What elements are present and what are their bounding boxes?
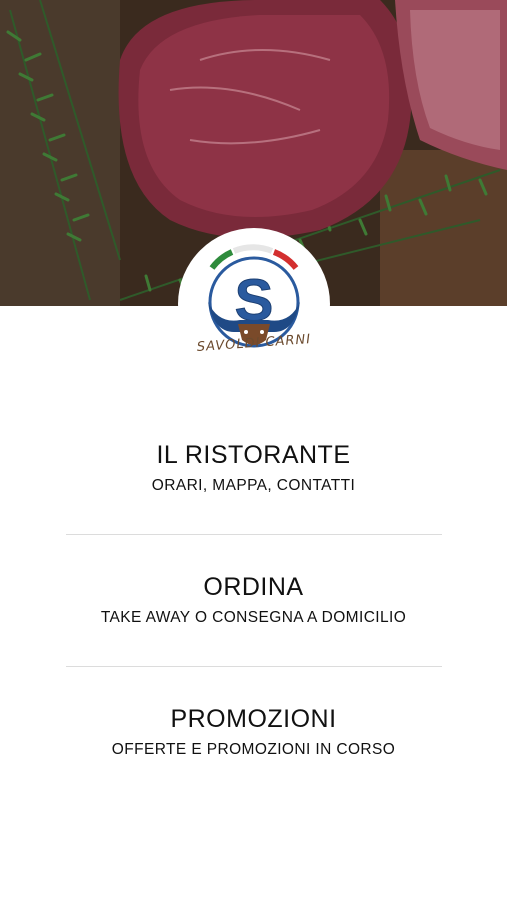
menu-item-subtitle: TAKE AWAY O CONSEGNA A DOMICILIO bbox=[100, 609, 407, 626]
brand-logo: S SAVOLDI CARNI bbox=[178, 228, 330, 380]
menu-item-promozioni[interactable]: PROMOZIONI OFFERTE E PROMOZIONI IN CORSO bbox=[0, 704, 507, 760]
menu-item-ordina[interactable]: ORDINA TAKE AWAY O CONSEGNA A DOMICILIO bbox=[0, 572, 507, 628]
divider bbox=[66, 666, 442, 667]
menu-item-title: PROMOZIONI bbox=[170, 705, 337, 733]
menu-item-il-ristorante[interactable]: IL RISTORANTE ORARI, MAPPA, CONTATTI bbox=[0, 440, 507, 496]
menu-item-title: IL RISTORANTE bbox=[156, 441, 351, 469]
menu-item-subtitle: ORARI, MAPPA, CONTATTI bbox=[151, 477, 356, 494]
menu-item-title: ORDINA bbox=[203, 573, 304, 601]
divider bbox=[66, 534, 442, 535]
menu-item-subtitle: OFFERTE E PROMOZIONI IN CORSO bbox=[111, 741, 396, 758]
